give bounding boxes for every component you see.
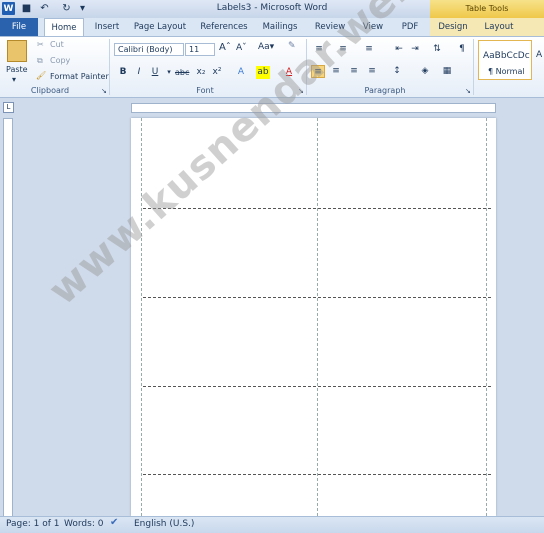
font-size-box[interactable]: 11 [185, 43, 215, 56]
grow-font-icon[interactable]: Aˆ [219, 42, 231, 53]
sort-icon[interactable]: ⇅ [430, 43, 444, 56]
tab-design[interactable]: Design [435, 18, 471, 36]
clipboard-launcher-icon[interactable]: ↘ [101, 87, 107, 95]
bold-button[interactable]: B [116, 66, 130, 79]
label-gridline [486, 118, 487, 516]
tab-mailings[interactable]: Mailings [260, 18, 300, 36]
tab-layout[interactable]: Layout [482, 18, 516, 36]
strikethrough-button[interactable]: abc [175, 66, 189, 79]
line-spacing-icon[interactable]: ↕ [390, 65, 404, 78]
superscript-button[interactable]: x² [210, 66, 224, 79]
show-formatting-icon[interactable]: ¶ [455, 43, 469, 56]
tab-selector[interactable]: L [3, 102, 14, 113]
table-tools-label: Table Tools [430, 0, 544, 18]
align-right-button[interactable]: ≡ [347, 65, 361, 78]
justify-button[interactable]: ≡ [365, 65, 379, 78]
style-preview: AaBbCcDc [483, 51, 530, 61]
paste-icon[interactable] [7, 40, 27, 62]
cut-icon[interactable]: ✂ [37, 40, 44, 49]
tab-references[interactable]: References [198, 18, 250, 36]
page-count[interactable]: Page: 1 of 1 [6, 519, 60, 529]
italic-button[interactable]: I [132, 66, 146, 79]
tab-insert[interactable]: Insert [92, 18, 122, 36]
font-group-label: Font [196, 86, 214, 95]
label-row-border [143, 297, 491, 298]
label-gridline [317, 118, 318, 516]
clipboard-group-label: Clipboard [30, 86, 70, 95]
label-gridline [141, 118, 142, 516]
paste-button[interactable]: Paste [6, 65, 28, 74]
tab-pdf[interactable]: PDF [398, 18, 422, 36]
text-effects-icon[interactable]: A [234, 66, 248, 79]
paragraph-group-label: Paragraph [364, 86, 406, 95]
paragraph-launcher-icon[interactable]: ↘ [465, 87, 471, 95]
subscript-button[interactable]: x₂ [194, 66, 208, 79]
label-row-border [143, 474, 491, 475]
style-name: ¶ Normal [488, 67, 525, 76]
paste-dropdown-icon[interactable]: ▾ [12, 75, 16, 84]
shading-icon[interactable]: ◈ [418, 65, 432, 78]
tab-file[interactable]: File [0, 18, 38, 36]
label-row-border [143, 208, 491, 209]
borders-icon[interactable]: ▦ [440, 65, 454, 78]
copy-button[interactable]: Copy [50, 56, 70, 65]
style-next-preview[interactable]: A [536, 50, 542, 60]
font-name-box[interactable]: Calibri (Body) [114, 43, 184, 56]
increase-indent-icon[interactable]: ⇥ [408, 43, 422, 56]
shrink-font-icon[interactable]: Aˇ [236, 43, 247, 53]
cut-button[interactable]: Cut [50, 40, 64, 49]
underline-button[interactable]: U [148, 66, 162, 79]
change-case-icon[interactable]: Aa▾ [258, 42, 274, 52]
decrease-indent-icon[interactable]: ⇤ [392, 43, 406, 56]
copy-icon[interactable]: ⧉ [37, 56, 43, 66]
label-row-border [143, 386, 491, 387]
vertical-ruler[interactable] [3, 118, 13, 518]
separator [473, 39, 474, 95]
word-count[interactable]: Words: 0 [64, 519, 103, 529]
separator [109, 39, 110, 95]
proofing-icon[interactable]: ✔ [110, 517, 118, 528]
tab-page-layout[interactable]: Page Layout [132, 18, 188, 36]
language-status[interactable]: English (U.S.) [134, 519, 194, 529]
tab-home[interactable]: Home [44, 18, 84, 36]
format-painter-button[interactable]: Format Painter [50, 72, 109, 81]
horizontal-ruler[interactable] [131, 103, 496, 113]
underline-dropdown-icon[interactable]: ▾ [162, 66, 176, 79]
format-painter-icon[interactable]: 🖌 [36, 71, 46, 80]
